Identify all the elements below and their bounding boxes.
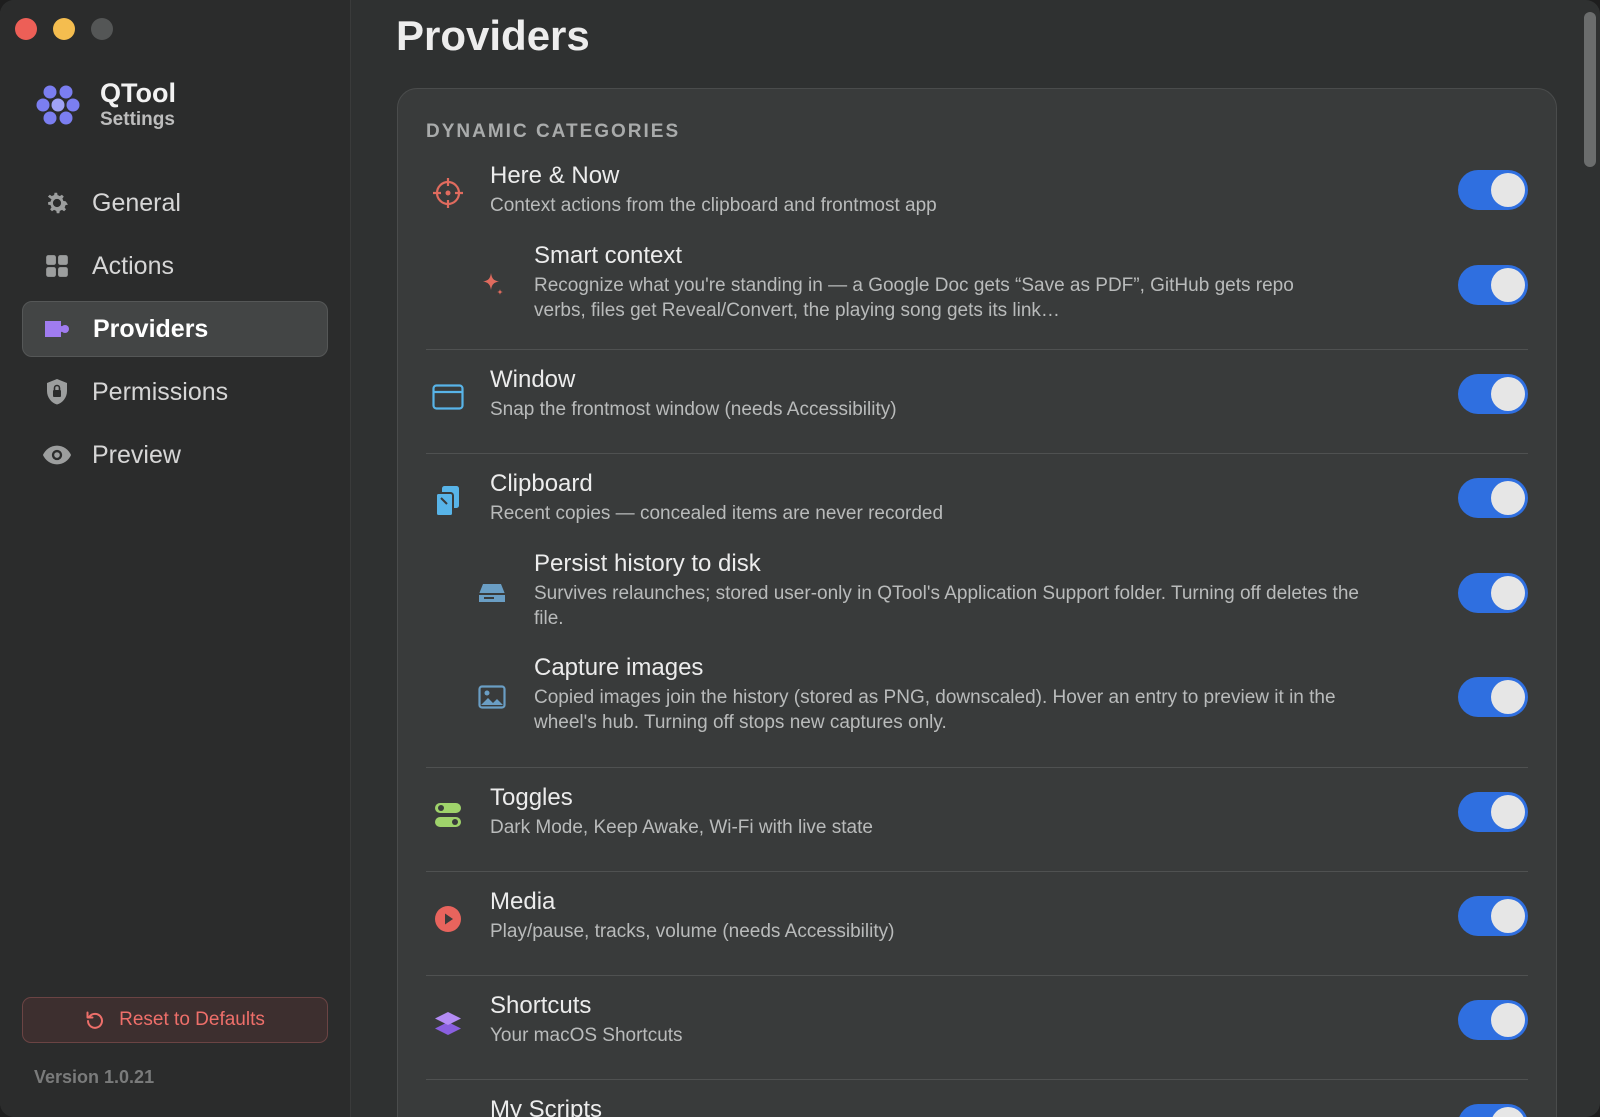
provider-description: Dark Mode, Keep Awake, Wi-Fi with live s… <box>490 817 873 838</box>
main-content: Providers DYNAMIC CATEGORIES Here & Now … <box>352 0 1600 1117</box>
close-window-button[interactable] <box>15 18 37 40</box>
zoom-window-button[interactable] <box>91 18 113 40</box>
divider <box>426 349 1528 350</box>
provider-title: My Scripts <box>490 1096 603 1117</box>
sidebar: QTool Settings General Actions Providers… <box>0 0 351 1117</box>
toggle-knob <box>1491 795 1525 829</box>
sidebar-item-label: Preview <box>92 440 181 469</box>
my-scripts-toggle[interactable] <box>1458 1104 1528 1117</box>
provider-description: Recent copies — concealed items are neve… <box>490 503 944 524</box>
divider <box>426 453 1528 454</box>
here-now-toggle[interactable] <box>1458 170 1528 210</box>
providers-panel: DYNAMIC CATEGORIES Here & Now Context ac… <box>397 88 1557 1117</box>
provider-title: Capture images <box>534 654 704 681</box>
provider-title: Smart context <box>534 242 683 269</box>
window-toggle[interactable] <box>1458 374 1528 414</box>
provider-row-toggles: Toggles Dark Mode, Keep Awake, Wi-Fi wit… <box>426 783 1528 847</box>
provider-title: Shortcuts <box>490 992 592 1019</box>
toggle-knob <box>1491 899 1525 933</box>
provider-description: Survives relaunches; stored user-only in… <box>534 583 1359 629</box>
reset-to-defaults-button[interactable]: Reset to Defaults <box>22 997 328 1043</box>
toggles-toggle[interactable] <box>1458 792 1528 832</box>
eye-icon <box>42 440 72 470</box>
provider-row-capture-images: Capture images Copied images join the hi… <box>426 653 1528 743</box>
toggle-knob <box>1491 1003 1525 1037</box>
version-label: Version 1.0.21 <box>34 1067 155 1087</box>
toggle-knob <box>1491 680 1525 714</box>
provider-description: Context actions from the clipboard and f… <box>490 195 937 216</box>
puzzle-icon <box>43 314 73 344</box>
window-icon <box>430 379 466 415</box>
grid-icon <box>42 251 72 281</box>
app-brand: QTool Settings <box>36 78 176 132</box>
toggle-knob <box>1491 481 1525 515</box>
divider <box>426 1079 1528 1080</box>
toggle-knob <box>1491 576 1525 610</box>
reset-label: Reset to Defaults <box>119 1009 265 1030</box>
sidebar-item-label: Actions <box>92 251 174 280</box>
provider-row-smart-context: Smart context Recognize what you're stan… <box>426 241 1528 331</box>
play-icon <box>430 901 466 937</box>
provider-row-window: Window Snap the frontmost window (needs … <box>426 365 1528 429</box>
image-icon <box>474 679 510 715</box>
provider-description: Recognize what you're standing in — a Go… <box>534 275 1294 321</box>
provider-row-clipboard: Clipboard Recent copies — concealed item… <box>426 469 1528 533</box>
provider-description: Snap the frontmost window (needs Accessi… <box>490 399 897 420</box>
media-toggle[interactable] <box>1458 896 1528 936</box>
page-title: Providers <box>396 12 590 59</box>
provider-title: Media <box>490 888 556 915</box>
window-controls <box>15 18 113 40</box>
shortcuts-toggle[interactable] <box>1458 1000 1528 1040</box>
sidebar-item-permissions[interactable]: Permissions <box>22 364 328 420</box>
layers-icon <box>430 1005 466 1041</box>
clipboard-icon <box>430 483 466 519</box>
divider <box>426 767 1528 768</box>
sidebar-nav: General Actions Providers Permissions Pr… <box>22 175 328 490</box>
provider-title: Here & Now <box>490 162 620 189</box>
clipboard-toggle[interactable] <box>1458 478 1528 518</box>
settings-window: QTool Settings General Actions Providers… <box>0 0 1600 1117</box>
provider-title: Toggles <box>490 784 573 811</box>
provider-row-persist-history: Persist history to disk Survives relaunc… <box>426 549 1528 639</box>
vertical-scrollbar[interactable] <box>1584 12 1596 167</box>
app-name: QTool <box>100 78 176 108</box>
provider-row-my-scripts: My Scripts <box>426 1095 1528 1117</box>
switches-icon <box>430 797 466 833</box>
sidebar-item-label: General <box>92 188 181 217</box>
provider-description: Your macOS Shortcuts <box>490 1025 683 1046</box>
toggle-knob <box>1491 377 1525 411</box>
app-logo-icon <box>36 85 80 125</box>
provider-title: Clipboard <box>490 470 593 497</box>
gear-icon <box>42 188 72 218</box>
sidebar-item-actions[interactable]: Actions <box>22 238 328 294</box>
provider-description: Copied images join the history (stored a… <box>534 687 1336 733</box>
sparkle-icon <box>474 267 510 303</box>
minimize-window-button[interactable] <box>53 18 75 40</box>
sidebar-item-preview[interactable]: Preview <box>22 427 328 483</box>
sidebar-item-label: Permissions <box>92 377 229 406</box>
toggle-knob <box>1491 268 1525 302</box>
crosshair-icon <box>430 175 466 211</box>
divider <box>426 871 1528 872</box>
provider-row-shortcuts: Shortcuts Your macOS Shortcuts <box>426 991 1528 1055</box>
app-subtitle: Settings <box>100 109 175 130</box>
sidebar-item-providers[interactable]: Providers <box>22 301 328 357</box>
persist-history-toggle[interactable] <box>1458 573 1528 613</box>
provider-row-here-now: Here & Now Context actions from the clip… <box>426 161 1528 225</box>
section-title: DYNAMIC CATEGORIES <box>426 121 681 142</box>
reset-icon <box>86 1011 104 1029</box>
sidebar-item-label: Providers <box>93 314 209 343</box>
provider-title: Persist history to disk <box>534 550 761 577</box>
smart-context-toggle[interactable] <box>1458 265 1528 305</box>
divider <box>426 975 1528 976</box>
toggle-knob <box>1491 173 1525 207</box>
provider-title: Window <box>490 366 576 393</box>
capture-images-toggle[interactable] <box>1458 677 1528 717</box>
sidebar-item-general[interactable]: General <box>22 175 328 231</box>
shield-lock-icon <box>42 377 72 407</box>
disk-icon <box>474 575 510 611</box>
provider-description: Play/pause, tracks, volume (needs Access… <box>490 921 895 942</box>
toggle-knob <box>1491 1107 1525 1117</box>
provider-row-media: Media Play/pause, tracks, volume (needs … <box>426 887 1528 951</box>
